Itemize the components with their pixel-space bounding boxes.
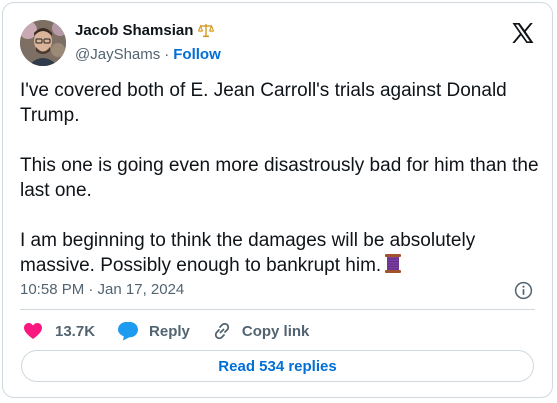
author-name-row: Jacob Shamsian [75, 21, 215, 39]
heart-icon [24, 323, 42, 339]
action-bar: 13.7K Reply Copy link [23, 321, 331, 341]
handle-separator: · [164, 46, 170, 63]
tweet-card: Jacob Shamsian @JayShams · Follow I've c… [2, 2, 553, 398]
read-replies-button[interactable]: Read 534 replies [21, 350, 534, 382]
reply-label: Reply [149, 322, 190, 340]
author-handle-row: @JayShams · Follow [75, 46, 221, 63]
info-icon[interactable] [514, 281, 533, 300]
like-count: 13.7K [55, 322, 96, 340]
divider [20, 309, 535, 310]
tweet-paragraph: I've covered both of E. Jean Carroll's t… [20, 80, 507, 126]
reply-bubble-icon [118, 322, 139, 341]
avatar-photo [20, 20, 66, 66]
copy-link-button[interactable]: Copy link [212, 321, 310, 341]
tweet-paragraph-last: I am beginning to think the damages will… [20, 228, 540, 278]
tweet-text: I've covered both of E. Jean Carroll's t… [20, 78, 540, 278]
follow-link[interactable]: Follow [173, 46, 221, 63]
x-logo-icon[interactable] [510, 21, 534, 45]
link-icon [214, 322, 230, 340]
copy-link-label: Copy link [241, 322, 310, 340]
scales-icon [198, 24, 215, 38]
like-button[interactable]: 13.7K [23, 322, 95, 340]
tweet-paragraph: This one is going even more disastrously… [20, 155, 539, 201]
author-name[interactable]: Jacob Shamsian [75, 22, 193, 39]
author-handle[interactable]: @JayShams [75, 46, 160, 63]
reply-button[interactable]: Reply [117, 321, 190, 341]
tweet-paragraph-text: I am beginning to think the damages will… [20, 230, 476, 276]
avatar[interactable] [20, 20, 66, 66]
tweet-timestamp[interactable]: 10:58 PM · Jan 17, 2024 [20, 281, 184, 298]
thread-spool-icon [385, 254, 402, 273]
